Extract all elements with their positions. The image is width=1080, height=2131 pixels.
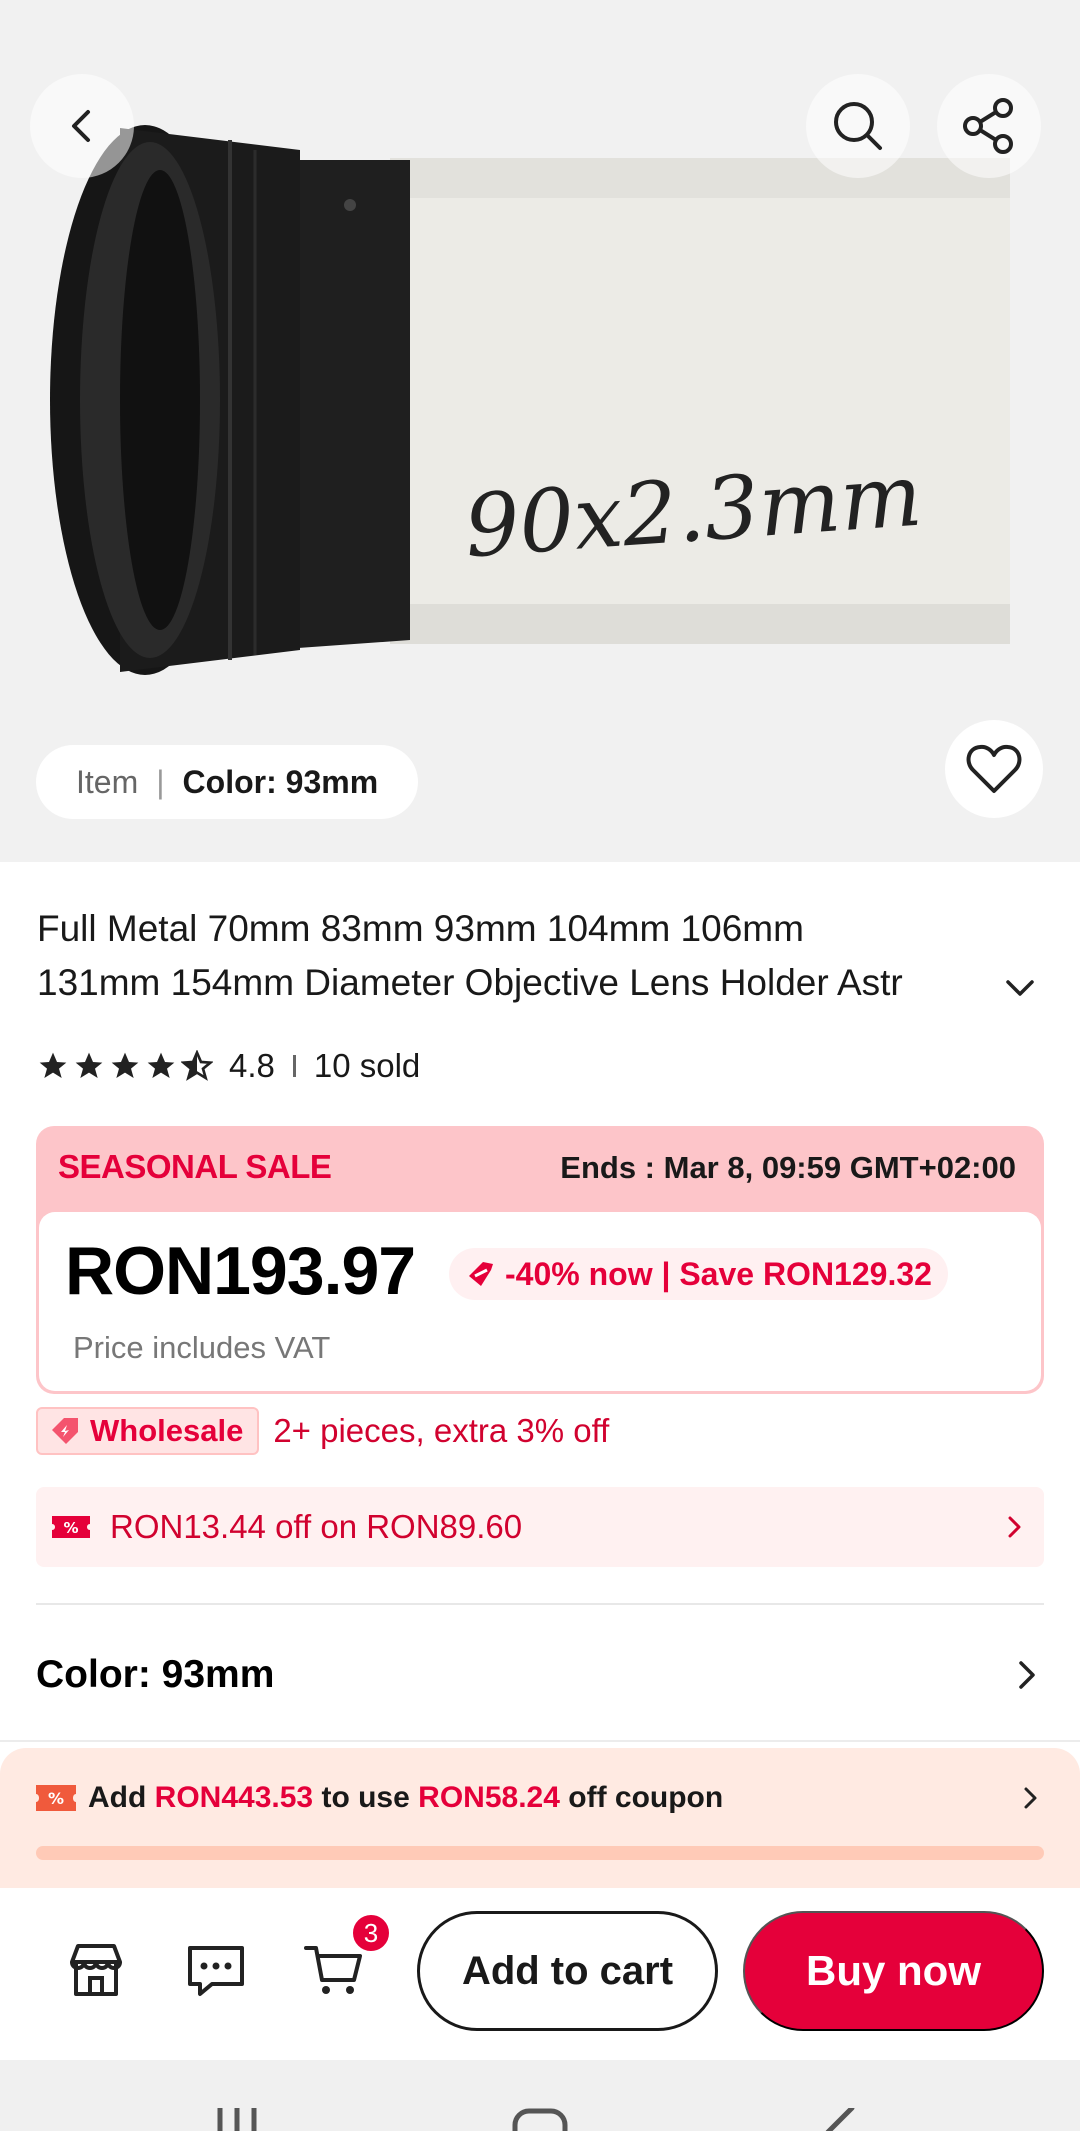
chat-icon[interactable] — [184, 1938, 248, 2002]
buy-now-button[interactable]: Buy now — [743, 1911, 1044, 2031]
wholesale-tag-icon — [52, 1418, 78, 1444]
store-coupon-row[interactable]: % RON13.44 off on RON89.60 — [36, 1487, 1044, 1567]
recent-apps-icon[interactable] — [212, 2108, 262, 2131]
wholesale-row: Wholesale 2+ pieces, extra 3% off — [36, 1407, 609, 1455]
wholesale-badge-label: Wholesale — [90, 1413, 244, 1448]
addon-coupon-banner[interactable]: % Add RON443.53 to use RON58.24 off coup… — [0, 1748, 1080, 1888]
price-panel: RON193.97 -40% now | Save RON129.32 Pric… — [39, 1212, 1041, 1391]
divider — [0, 1740, 1080, 1742]
share-button[interactable] — [937, 74, 1041, 178]
back-nav-icon[interactable] — [818, 2108, 858, 2131]
chevron-left-icon — [72, 110, 90, 142]
coupon-text: RON13.44 off on RON89.60 — [110, 1508, 523, 1545]
variant-pill[interactable]: Item | Color: 93mm — [36, 745, 419, 819]
seasonal-sale-card: SEASONAL SALE Ends : Mar 8, 09:59 GMT+02… — [36, 1126, 1044, 1394]
product-image: 90x2.3mm — [0, 0, 1080, 760]
heart-icon — [966, 744, 1022, 793]
addon-discount: RON58.24 — [418, 1781, 560, 1814]
sold-count: 10 sold — [313, 1047, 421, 1084]
system-navigation-bar — [0, 2060, 1080, 2131]
cart-count-badge: 3 — [350, 1912, 392, 1954]
star-icon — [75, 1052, 103, 1078]
svg-text:%: % — [48, 1789, 64, 1808]
addon-prefix: Add — [88, 1781, 147, 1814]
share-icon — [963, 98, 1013, 154]
sale-end-time: Ends : Mar 8, 09:59 GMT+02:00 — [560, 1150, 1016, 1185]
rating-stars — [37, 1050, 213, 1082]
coupon-percent-icon: % — [36, 1785, 76, 1811]
divider — [36, 1603, 1044, 1605]
rating-value: 4.8 — [229, 1047, 275, 1084]
addon-coupon-text: Add RON443.53 to use RON58.24 off coupon — [88, 1781, 1018, 1815]
svg-text:%: % — [63, 1519, 78, 1537]
variant-pill-label: Item — [76, 763, 139, 800]
variant-pill-value: Color: 93mm — [182, 763, 379, 800]
product-title-line-1: Full Metal 70mm 83mm 93mm 104mm 106mm — [37, 908, 804, 949]
star-half-icon — [181, 1050, 213, 1081]
star-icon — [39, 1052, 67, 1078]
vat-note: Price includes VAT — [73, 1330, 331, 1365]
price: RON193.97 — [65, 1233, 416, 1309]
coupon-icon: % — [52, 1516, 90, 1538]
search-icon — [834, 102, 882, 150]
sale-label: SEASONAL SALE — [58, 1148, 332, 1185]
addon-middle: to use — [321, 1781, 410, 1814]
home-icon[interactable] — [512, 2108, 568, 2131]
chevron-right-icon — [1019, 1661, 1035, 1689]
variant-pill-separator: | — [156, 763, 165, 800]
color-selector[interactable]: Color: 93mm — [36, 1640, 1044, 1710]
addon-amount: RON443.53 — [154, 1781, 314, 1814]
chevron-down-icon[interactable] — [1000, 968, 1040, 1008]
addon-suffix: off coupon — [568, 1781, 724, 1814]
wishlist-button[interactable] — [945, 720, 1043, 818]
back-button[interactable] — [30, 74, 134, 178]
wholesale-badge: Wholesale — [36, 1407, 260, 1455]
color-selector-label: Color: 93mm — [36, 1653, 275, 1696]
search-button[interactable] — [806, 74, 910, 178]
addon-coupon-row[interactable]: % Add RON443.53 to use RON58.24 off coup… — [36, 1776, 1044, 1820]
chevron-right-icon — [1008, 1516, 1021, 1538]
addon-progress-bar — [36, 1846, 1044, 1860]
rating-divider — [292, 1055, 296, 1077]
discount-text: -40% now | Save RON129.32 — [505, 1255, 932, 1292]
store-icon[interactable] — [64, 1938, 128, 2002]
flame-tag-icon — [469, 1262, 493, 1286]
star-icon — [147, 1052, 175, 1078]
product-title: Full Metal 70mm 83mm 93mm 104mm 106mm 13… — [37, 902, 1037, 1010]
bottom-action-bar: 3 Add to cart Buy now — [0, 1888, 1080, 2060]
chevron-right-icon — [1024, 1787, 1037, 1809]
wholesale-offer: 2+ pieces, extra 3% off — [273, 1412, 610, 1449]
rating-row[interactable]: 4.8 10 sold — [37, 1044, 420, 1088]
star-icon — [111, 1052, 139, 1078]
discount-chip: -40% now | Save RON129.32 — [449, 1248, 948, 1300]
product-gallery[interactable]: 90x2.3mm Item | Color: 93mm — [0, 0, 1080, 862]
add-to-cart-button[interactable]: Add to cart — [417, 1911, 718, 2031]
product-title-line-2: 131mm 154mm Diameter Objective Lens Hold… — [37, 962, 903, 1003]
